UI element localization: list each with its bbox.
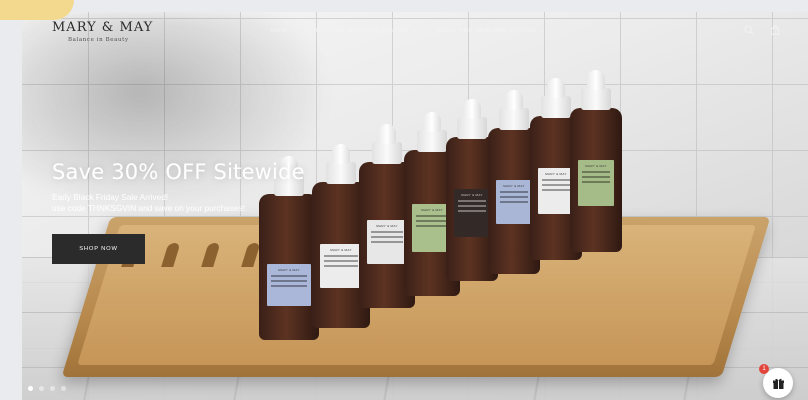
nav-item-label: DAY TIME SKINCARE ROUTINE (315, 28, 409, 34)
hero-headline: Save 30% OFF Sitewide (52, 160, 305, 184)
gift-badge: 1 (759, 364, 769, 374)
bottle-label: MARY & MAY (454, 189, 490, 237)
tray-slot (161, 243, 181, 267)
hero-subtext-line-2: use code THNKSGVIN and save on your purc… (52, 203, 246, 213)
label-line (324, 265, 358, 267)
corner-accent (0, 0, 74, 20)
nav-item-night-routine[interactable]: NIGHT TIME SKINCARE ROUTINE ⌄ (437, 27, 545, 34)
nav-item-day-routine[interactable]: DAY TIME SKINCARE ROUTINE ⌄ (316, 27, 417, 34)
label-line (271, 280, 307, 282)
bottle-label: MARY & MAY (578, 160, 614, 206)
label-line (582, 176, 610, 178)
hero-banner: MARY & MAY MARY & MAY MARY & MAY MARY & MAY… (22, 12, 808, 400)
bottle-label: MARY & MAY (320, 244, 362, 288)
dropper-bulb (332, 144, 350, 164)
dropper-collar (457, 117, 487, 139)
label-line (416, 215, 448, 217)
label-line (458, 210, 486, 212)
label-line (416, 225, 448, 227)
bottle-brand: MARY & MAY (545, 172, 567, 176)
nav-item-label: NIGHT TIME SKINCARE ROUTINE (437, 28, 537, 34)
label-line (582, 171, 610, 173)
carousel-dot[interactable] (61, 386, 66, 391)
label-line (371, 241, 403, 243)
chevron-down-icon: ⌄ (290, 28, 296, 34)
hero-subtext: Early Black Friday Sale Arrived! use cod… (52, 192, 305, 214)
bottle-body: MARY & MAY (570, 108, 622, 252)
label-line (458, 205, 486, 207)
label-line (371, 231, 403, 233)
header-icons (744, 25, 780, 35)
label-line (371, 236, 403, 238)
tray-slot (241, 243, 261, 267)
carousel-dots (28, 386, 66, 391)
label-line (271, 275, 307, 277)
main-nav: SHOP ⌄ DAY TIME SKINCARE ROUTINE ⌄ NIGHT T… (270, 27, 545, 34)
bottle-label: MARY & MAY (496, 180, 532, 224)
label-line (500, 191, 528, 193)
shop-now-button[interactable]: SHOP NOW (52, 234, 145, 264)
search-icon[interactable] (744, 25, 754, 35)
hero-subtext-line-1: Early Black Friday Sale Arrived! (52, 192, 169, 202)
dropper-collar (326, 162, 356, 184)
label-line (324, 260, 358, 262)
dropper-bulb (587, 70, 605, 90)
serum-bottle: MARY & MAY (570, 70, 622, 252)
dropper-collar (372, 142, 402, 164)
tray-slot (201, 243, 221, 267)
bottle-brand: MARY & MAY (461, 193, 483, 197)
bottle-label: MARY & MAY (267, 264, 311, 306)
gift-icon (772, 378, 784, 389)
label-line (324, 255, 358, 257)
label-line (542, 184, 570, 186)
bottle-body: MARY & MAY (259, 194, 319, 340)
bottle-brand: MARY & MAY (503, 184, 525, 188)
label-line (542, 189, 570, 191)
dropper-bulb (423, 112, 441, 132)
chevron-down-icon: ⌄ (411, 28, 418, 34)
nav-item-label: SHOP (270, 28, 288, 34)
carousel-dot[interactable] (50, 386, 55, 391)
label-line (500, 201, 528, 203)
bottle-label: MARY & MAY (367, 220, 407, 264)
dropper-bulb (378, 124, 396, 144)
dropper-bulb (547, 78, 565, 98)
label-line (542, 179, 570, 181)
dropper-collar (581, 88, 611, 110)
label-line (458, 200, 486, 202)
dropper-collar (499, 108, 529, 130)
dropper-bulb (505, 90, 523, 110)
label-line (582, 181, 610, 183)
bottle-brand: MARY & MAY (376, 224, 398, 228)
label-line (416, 220, 448, 222)
bottle-brand: MARY & MAY (330, 248, 352, 252)
brand-logo[interactable]: MARY & MAY Balance in Beauty (52, 20, 153, 43)
bottle-brand: MARY & MAY (278, 268, 300, 272)
nav-item-shop[interactable]: SHOP ⌄ (270, 27, 296, 34)
carousel-dot[interactable] (28, 386, 33, 391)
hero-text: Save 30% OFF Sitewide Early Black Friday… (52, 160, 305, 214)
brand-tagline: Balance in Beauty (68, 37, 129, 43)
label-line (271, 285, 307, 287)
brand-name: MARY & MAY (52, 20, 154, 35)
bottle-brand: MARY & MAY (585, 164, 607, 168)
bag-icon[interactable] (770, 25, 780, 35)
dropper-collar (417, 130, 447, 152)
label-line (500, 196, 528, 198)
dropper-collar (541, 96, 571, 118)
dropper-bulb (463, 99, 481, 119)
carousel-dot[interactable] (39, 386, 44, 391)
chevron-down-icon: ⌄ (539, 28, 546, 34)
bottle-label: MARY & MAY (538, 168, 574, 214)
